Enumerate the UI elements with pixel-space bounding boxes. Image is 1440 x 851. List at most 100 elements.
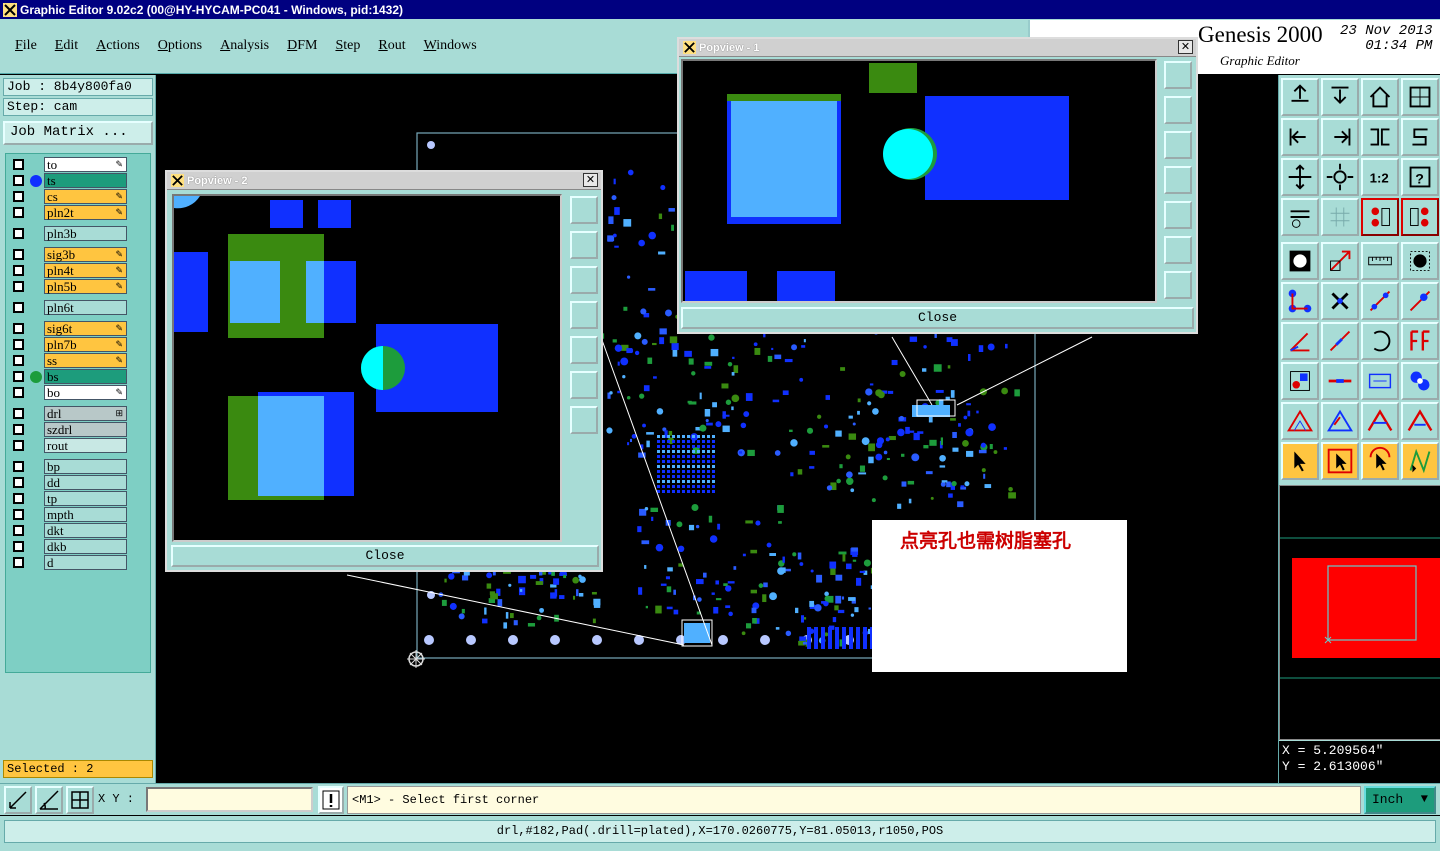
tool-settings-button[interactable] xyxy=(1281,198,1319,236)
pan-up-button[interactable] xyxy=(1281,78,1319,116)
layer-row-d[interactable]: d xyxy=(9,555,127,570)
measure-mode-button[interactable] xyxy=(35,786,63,814)
layer-checkbox[interactable] xyxy=(13,159,24,170)
snake-view-button[interactable] xyxy=(1401,118,1439,156)
popview-pan-left-button[interactable] xyxy=(1164,166,1192,194)
popview-pan-up-button[interactable] xyxy=(570,231,598,259)
pad-to-shape-button[interactable] xyxy=(1281,362,1319,400)
add-shape-button[interactable] xyxy=(1321,242,1359,280)
netlist-red-button[interactable] xyxy=(1361,198,1399,236)
add-pad-button[interactable] xyxy=(1281,242,1319,280)
layer-name[interactable]: pln7b ✎ xyxy=(44,337,127,352)
layer-checkbox[interactable] xyxy=(13,249,24,260)
slot-triangle-button[interactable] xyxy=(1281,402,1319,440)
popview-pan-down-button[interactable] xyxy=(1164,131,1192,159)
layer-row-pln5b[interactable]: pln5b ✎ xyxy=(9,279,127,294)
netlist-red-2-button[interactable] xyxy=(1401,198,1439,236)
popview-pan-down-button[interactable] xyxy=(570,266,598,294)
layer-checkbox[interactable] xyxy=(13,207,24,218)
layer-name[interactable]: bs xyxy=(44,369,127,384)
popview-2-close-button[interactable]: Close xyxy=(171,545,599,567)
layer-name[interactable]: pln2t ✎ xyxy=(44,205,127,220)
popview-zoom-out-button[interactable] xyxy=(1164,236,1192,264)
layer-row-ss[interactable]: ss ✎ xyxy=(9,353,127,368)
popview-pan-right-button[interactable] xyxy=(570,336,598,364)
job-matrix-button[interactable]: Job Matrix ... xyxy=(3,121,153,145)
layer-name[interactable]: pln5b ✎ xyxy=(44,279,127,294)
layer-checkbox[interactable] xyxy=(13,228,24,239)
horizontal-line-button[interactable] xyxy=(1321,362,1359,400)
layer-row-tp[interactable]: tp xyxy=(9,491,127,506)
menu-step[interactable]: Step xyxy=(326,38,369,54)
popview-pan-right-button[interactable] xyxy=(1164,201,1192,229)
layer-checkbox[interactable] xyxy=(13,461,24,472)
help-button[interactable]: ? xyxy=(1401,158,1439,196)
layer-checkbox[interactable] xyxy=(13,525,24,536)
layer-checkbox[interactable] xyxy=(13,557,24,568)
layer-row-bo[interactable]: bo ✎ xyxy=(9,385,127,400)
layer-row-sig6t[interactable]: sig6t ✎ xyxy=(9,321,127,336)
layer-name[interactable]: bp xyxy=(44,459,127,474)
popview-pan-up-button[interactable] xyxy=(1164,96,1192,124)
popview-2-window[interactable]: Popview - 2 ✕ Close xyxy=(165,170,603,572)
popview-1-titlebar[interactable]: Popview - 1 ✕ xyxy=(679,39,1196,57)
layer-row-pln7b[interactable]: pln7b ✎ xyxy=(9,337,127,352)
layer-row-mpth[interactable]: mpth xyxy=(9,507,127,522)
layer-row-drl[interactable]: drl ⊞ xyxy=(9,406,127,421)
layer-name[interactable]: pln3b xyxy=(44,226,127,241)
layer-row-bs[interactable]: bs xyxy=(9,369,127,384)
layer-name[interactable]: ss ✎ xyxy=(44,353,127,368)
pan-down-button[interactable] xyxy=(1321,78,1359,116)
popview-zoom-home-button[interactable] xyxy=(1164,61,1192,89)
layer-checkbox[interactable] xyxy=(13,355,24,366)
merge-pads-button[interactable] xyxy=(1401,362,1439,400)
layer-name[interactable]: bo ✎ xyxy=(44,385,127,400)
popview-pan-left-button[interactable] xyxy=(570,301,598,329)
zoom-fit-button[interactable] xyxy=(1281,158,1319,196)
layer-name[interactable]: tp xyxy=(44,491,127,506)
units-dropdown[interactable]: Inch ▼ xyxy=(1364,786,1436,814)
layer-row-ts[interactable]: ts xyxy=(9,173,127,188)
layer-checkbox[interactable] xyxy=(13,191,24,202)
slot-triangle-4-button[interactable] xyxy=(1401,402,1439,440)
popview-1-close-button[interactable]: Close xyxy=(681,307,1194,329)
layer-name[interactable]: cs ✎ xyxy=(44,189,127,204)
angle-line-button[interactable] xyxy=(1281,322,1319,360)
layer-name[interactable]: szdrl xyxy=(44,422,127,437)
split-window-button[interactable] xyxy=(1401,78,1439,116)
layer-row-cs[interactable]: cs ✎ xyxy=(9,189,127,204)
layer-name[interactable]: dkb xyxy=(44,539,127,554)
layer-name[interactable]: pln4t ✎ xyxy=(44,263,127,278)
select-arrow-button[interactable] xyxy=(1281,442,1319,480)
delete-feature-button[interactable] xyxy=(1321,282,1359,320)
layer-checkbox[interactable] xyxy=(13,323,24,334)
layer-row-dkt[interactable]: dkt xyxy=(9,523,127,538)
slot-triangle-2-button[interactable] xyxy=(1321,402,1359,440)
message-alert-button[interactable] xyxy=(318,786,344,814)
layer-row-rout[interactable]: rout xyxy=(9,438,127,453)
menu-windows[interactable]: Windows xyxy=(415,38,486,54)
layer-row-pln4t[interactable]: pln4t ✎ xyxy=(9,263,127,278)
layer-checkbox[interactable] xyxy=(13,424,24,435)
layer-checkbox[interactable] xyxy=(13,541,24,552)
layer-row-pln3b[interactable]: pln3b xyxy=(9,226,127,241)
menu-edit[interactable]: Edit xyxy=(46,38,87,54)
popview-1-window[interactable]: Popview - 1 ✕ Close xyxy=(677,37,1198,334)
measure-ruler-button[interactable] xyxy=(1361,242,1399,280)
layer-name[interactable]: sig6t ✎ xyxy=(44,321,127,336)
layer-name[interactable]: sig3b ✎ xyxy=(44,247,127,262)
layer-checkbox[interactable] xyxy=(13,175,24,186)
select-box-button[interactable] xyxy=(1321,442,1359,480)
layer-row-szdrl[interactable]: szdrl xyxy=(9,422,127,437)
popview-zoom-home-button[interactable] xyxy=(570,196,598,224)
layer-name[interactable]: drl ⊞ xyxy=(44,406,127,421)
layer-checkbox[interactable] xyxy=(13,265,24,276)
layer-name[interactable]: dkt xyxy=(44,523,127,538)
popview-zoom-in-button[interactable] xyxy=(1164,271,1192,299)
layer-checkbox[interactable] xyxy=(13,302,24,313)
layer-row-sig3b[interactable]: sig3b ✎ xyxy=(9,247,127,262)
layer-row-pln2t[interactable]: pln2t ✎ xyxy=(9,205,127,220)
menu-dfm[interactable]: DFM xyxy=(278,38,326,54)
snap-mode-button[interactable] xyxy=(4,786,32,814)
popview-zoom-in-button[interactable] xyxy=(570,406,598,434)
